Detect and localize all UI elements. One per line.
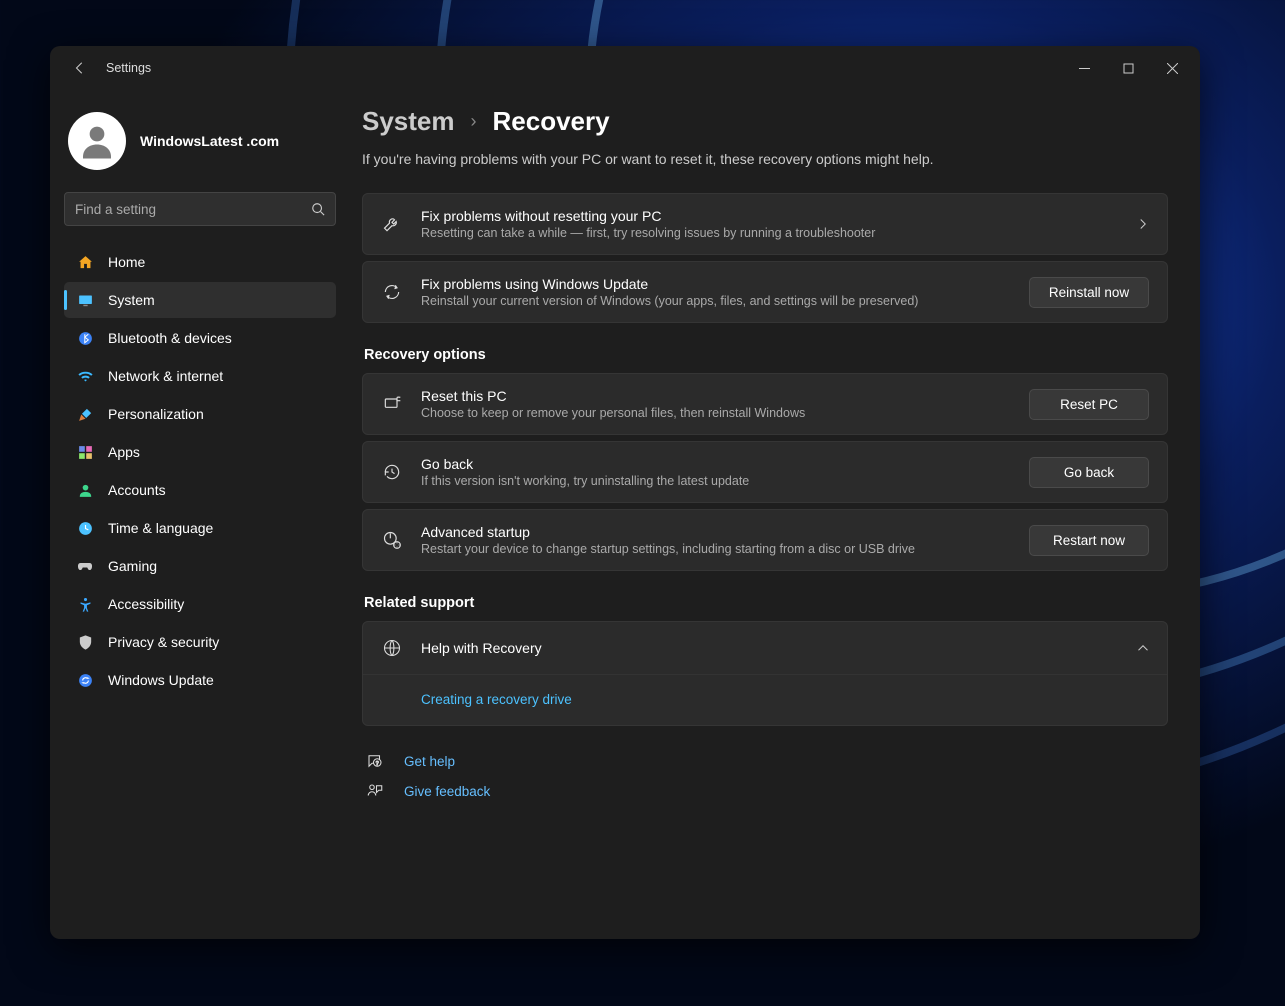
minimize-button[interactable] <box>1062 53 1106 83</box>
breadcrumb-parent[interactable]: System <box>362 106 455 137</box>
nav-label: Apps <box>108 444 140 460</box>
accessibility-icon <box>76 595 94 613</box>
nav-label: Privacy & security <box>108 634 219 650</box>
history-icon <box>381 462 403 482</box>
footer-links: ? Get help Give feedback <box>362 752 1168 800</box>
nav-label: Time & language <box>108 520 213 536</box>
breadcrumb: System › Recovery <box>362 106 1168 137</box>
card-fix-without-reset[interactable]: Fix problems without resetting your PC R… <box>362 193 1168 255</box>
search-box[interactable] <box>64 192 336 226</box>
card-title: Advanced startup <box>421 524 1011 540</box>
nav-item-system[interactable]: System <box>64 282 336 318</box>
card-fix-windows-update: Fix problems using Windows Update Reinst… <box>362 261 1168 323</box>
section-related-support: Related support <box>364 595 1168 611</box>
nav-label: System <box>108 292 155 308</box>
card-title: Reset this PC <box>421 388 1011 404</box>
sidebar: WindowsLatest .com Home System <box>50 90 350 939</box>
go-back-button[interactable]: Go back <box>1029 457 1149 488</box>
nav-label: Accounts <box>108 482 166 498</box>
update-icon <box>76 671 94 689</box>
nav-label: Gaming <box>108 558 157 574</box>
nav-item-accessibility[interactable]: Accessibility <box>64 586 336 622</box>
bluetooth-icon <box>76 329 94 347</box>
get-help-row[interactable]: ? Get help <box>364 752 1168 770</box>
card-reset-pc: Reset this PC Choose to keep or remove y… <box>362 373 1168 435</box>
chevron-up-icon <box>1137 642 1149 654</box>
nav-item-accounts[interactable]: Accounts <box>64 472 336 508</box>
wrench-icon <box>381 214 403 234</box>
card-title: Fix problems without resetting your PC <box>421 208 1119 224</box>
card-subtitle: Restart your device to change startup se… <box>421 542 1011 556</box>
restart-now-button[interactable]: Restart now <box>1029 525 1149 556</box>
chevron-right-icon: › <box>471 111 477 132</box>
reinstall-now-button[interactable]: Reinstall now <box>1029 277 1149 308</box>
main-content: System › Recovery If you're having probl… <box>350 90 1200 939</box>
card-subtitle: Reinstall your current version of Window… <box>421 294 1011 308</box>
section-recovery-options: Recovery options <box>364 347 1168 363</box>
nav-item-apps[interactable]: Apps <box>64 434 336 470</box>
card-subtitle: Resetting can take a while — first, try … <box>421 226 1119 240</box>
give-feedback-row[interactable]: Give feedback <box>364 782 1168 800</box>
svg-text:?: ? <box>376 761 379 767</box>
nav-item-time-language[interactable]: Time & language <box>64 510 336 546</box>
nav-label: Personalization <box>108 406 204 422</box>
profile-name: WindowsLatest .com <box>140 133 279 149</box>
nav-label: Accessibility <box>108 596 184 612</box>
nav-item-home[interactable]: Home <box>64 244 336 280</box>
system-icon <box>76 291 94 309</box>
back-button[interactable] <box>64 61 96 75</box>
globe-help-icon <box>381 638 403 658</box>
apps-icon <box>76 443 94 461</box>
reset-icon <box>381 394 403 414</box>
card-help-recovery: Help with Recovery Creating a recovery d… <box>362 621 1168 726</box>
nav-item-update[interactable]: Windows Update <box>64 662 336 698</box>
network-icon <box>76 367 94 385</box>
nav-list: Home System Bluetooth & devices Network … <box>64 244 336 698</box>
avatar <box>68 112 126 170</box>
get-help-link[interactable]: Get help <box>404 754 455 769</box>
search-input[interactable] <box>75 202 311 217</box>
nav-label: Windows Update <box>108 672 214 688</box>
nav-item-gaming[interactable]: Gaming <box>64 548 336 584</box>
card-title: Fix problems using Windows Update <box>421 276 1011 292</box>
maximize-button[interactable] <box>1106 53 1150 83</box>
card-title: Help with Recovery <box>421 640 1119 656</box>
card-go-back: Go back If this version isn't working, t… <box>362 441 1168 503</box>
privacy-icon <box>76 633 94 651</box>
nav-label: Network & internet <box>108 368 223 384</box>
app-title: Settings <box>106 61 1062 75</box>
profile-section[interactable]: WindowsLatest .com <box>64 102 336 188</box>
nav-item-privacy[interactable]: Privacy & security <box>64 624 336 660</box>
link-recovery-drive[interactable]: Creating a recovery drive <box>421 692 572 707</box>
nav-item-personalization[interactable]: Personalization <box>64 396 336 432</box>
nav-item-network[interactable]: Network & internet <box>64 358 336 394</box>
card-title: Go back <box>421 456 1011 472</box>
card-subtitle: Choose to keep or remove your personal f… <box>421 406 1011 420</box>
help-recovery-header[interactable]: Help with Recovery <box>363 622 1167 674</box>
settings-window: Settings WindowsLatest .com <box>50 46 1200 939</box>
refresh-icon <box>381 282 403 302</box>
reset-pc-button[interactable]: Reset PC <box>1029 389 1149 420</box>
power-gear-icon <box>381 530 403 550</box>
nav-label: Bluetooth & devices <box>108 330 232 346</box>
accounts-icon <box>76 481 94 499</box>
titlebar: Settings <box>50 46 1200 90</box>
personalization-icon <box>76 405 94 423</box>
search-icon <box>311 202 325 216</box>
feedback-icon <box>364 782 386 800</box>
give-feedback-link[interactable]: Give feedback <box>404 784 490 799</box>
gaming-icon <box>76 557 94 575</box>
page-description: If you're having problems with your PC o… <box>362 151 1168 167</box>
help-icon: ? <box>364 752 386 770</box>
chevron-right-icon <box>1137 218 1149 230</box>
home-icon <box>76 253 94 271</box>
nav-item-bluetooth[interactable]: Bluetooth & devices <box>64 320 336 356</box>
card-subtitle: If this version isn't working, try unins… <box>421 474 1011 488</box>
page-title: Recovery <box>493 106 610 137</box>
close-button[interactable] <box>1150 53 1194 83</box>
card-advanced-startup: Advanced startup Restart your device to … <box>362 509 1168 571</box>
nav-label: Home <box>108 254 145 270</box>
time-icon <box>76 519 94 537</box>
